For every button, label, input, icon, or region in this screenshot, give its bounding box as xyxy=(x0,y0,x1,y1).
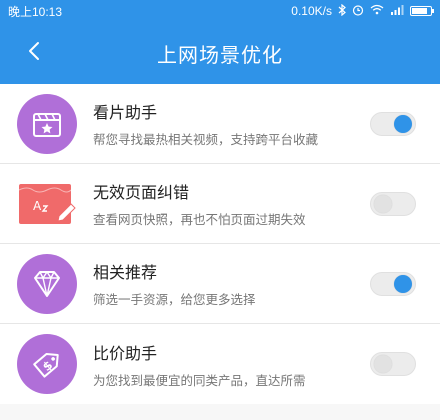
page-title: 上网场景优化 xyxy=(157,44,283,67)
signal-icon xyxy=(390,4,404,18)
price-compare-toggle[interactable] xyxy=(370,352,416,376)
app-bar: 上网场景优化 xyxy=(0,22,440,84)
list-item-price-compare: $ 比价助手 为您找到最便宜的同类产品，直达所需 xyxy=(0,324,440,404)
alarm-icon xyxy=(352,4,364,19)
svg-text:A: A xyxy=(33,199,42,213)
video-assistant-toggle[interactable] xyxy=(370,111,416,136)
toggle-knob xyxy=(374,355,392,373)
list-item-video-assistant: 看片助手 帮您寻找最热相关视频，支持跨平台收藏 xyxy=(0,84,440,164)
network-speed: 0.10K/s xyxy=(291,4,332,18)
bluetooth-icon xyxy=(338,3,346,19)
wifi-icon xyxy=(370,4,384,18)
recommendations-toggle[interactable] xyxy=(370,271,416,296)
scenario-list: 看片助手 帮您寻找最热相关视频，支持跨平台收藏 A 无效页面纠错 查看网页快照，… xyxy=(0,84,440,404)
battery-icon xyxy=(410,6,434,16)
list-item-invalid-page-fix: A 无效页面纠错 查看网页快照，再也不怕页面过期失效 xyxy=(0,164,440,244)
clapperboard-icon xyxy=(17,93,77,154)
toggle-knob xyxy=(374,194,392,213)
toggle-knob xyxy=(394,114,412,133)
status-indicators: 0.10K/s xyxy=(291,3,434,19)
broken-page-icon: A xyxy=(17,174,77,234)
price-tag-icon: $ xyxy=(17,334,77,394)
invalid-page-fix-toggle[interactable] xyxy=(370,191,416,216)
status-bar: 晚上10:13 0.10K/s xyxy=(0,0,440,22)
toggle-knob xyxy=(394,274,412,293)
diamond-icon xyxy=(17,253,77,314)
back-arrow-icon xyxy=(28,41,40,65)
list-item-recommendations: 相关推荐 筛选一手资源，给您更多选择 xyxy=(0,244,440,324)
battery-level-fill xyxy=(412,8,428,14)
back-button[interactable] xyxy=(14,22,54,84)
status-time: 晚上10:13 xyxy=(8,4,63,19)
